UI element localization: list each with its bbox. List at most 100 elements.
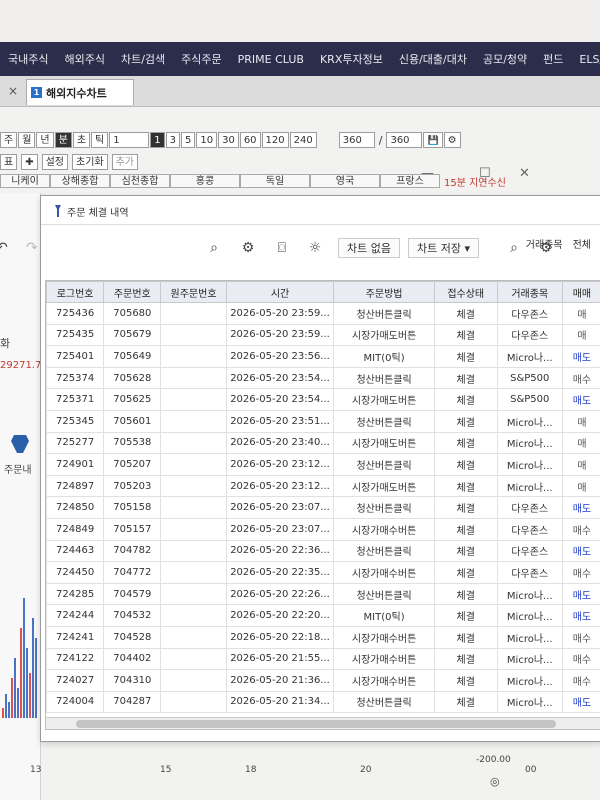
- save-chart-button[interactable]: 차트 저장 ▾: [408, 238, 479, 258]
- interval-button-6[interactable]: 240: [289, 132, 317, 148]
- table-row[interactable]: 724122 704402 2026-05-20 21:55... 시장가매수버튼 체결…: [46, 647, 600, 671]
- period-button-4[interactable]: 초: [72, 132, 91, 148]
- interval-button-3[interactable]: 30: [218, 132, 239, 148]
- table-cell: 청산버튼클릭: [333, 582, 435, 606]
- save-icon[interactable]: 💾: [423, 132, 443, 148]
- index-tab-1[interactable]: 상해종합: [50, 174, 110, 188]
- table-cell: 체결: [433, 496, 498, 519]
- table-cell: 724450: [46, 561, 105, 584]
- gear-icon-2[interactable]: ⚙: [535, 237, 557, 259]
- gear-icon[interactable]: ⚙: [237, 237, 259, 259]
- period-button-5[interactable]: 틱: [91, 132, 109, 148]
- table-row[interactable]: 724901 705207 2026-05-20 23:12... 청산버튼클릭 체결 M…: [46, 453, 600, 476]
- zoom-search-icon[interactable]: ⌕: [203, 237, 225, 259]
- reset-button[interactable]: 초기화: [72, 154, 108, 170]
- horizontal-scrollbar[interactable]: [46, 717, 600, 729]
- table-cell: 725436: [46, 302, 105, 325]
- period-value-select[interactable]: 1: [109, 132, 150, 148]
- menu-item-9[interactable]: ELS/: [571, 53, 600, 66]
- target-icon[interactable]: ◎: [490, 775, 500, 788]
- filter-value-select[interactable]: 전체: [573, 236, 591, 251]
- column-header-4[interactable]: 주문방법: [333, 281, 435, 303]
- period-button-1[interactable]: 월: [18, 132, 36, 148]
- table-cell: 2026-05-20 23:59...: [225, 302, 335, 325]
- close-tab-icon[interactable]: ×: [8, 84, 18, 98]
- close-window-icon[interactable]: ✕: [519, 166, 530, 181]
- column-header-7[interactable]: 매매: [561, 281, 600, 303]
- menu-item-7[interactable]: 공모/청약: [475, 51, 535, 67]
- menu-item-4[interactable]: PRIME CLUB: [230, 53, 312, 66]
- column-header-6[interactable]: 거래종목: [496, 281, 563, 303]
- settings-button[interactable]: 설정: [41, 154, 68, 170]
- menu-item-6[interactable]: 신용/대출/대차: [391, 51, 475, 67]
- table-row[interactable]: 724027 704310 2026-05-20 21:36... 시장가매수버튼 체결…: [46, 669, 600, 692]
- small-toggle-button[interactable]: 표: [0, 154, 18, 170]
- interval-button-5[interactable]: 120: [261, 132, 289, 148]
- table-row[interactable]: 724849 705157 2026-05-20 23:07... 시장가매수버튼 체결…: [46, 517, 600, 541]
- camera-icon[interactable]: ⌼: [271, 237, 293, 259]
- period-button-3[interactable]: 분: [54, 132, 72, 148]
- table-row[interactable]: 725371 705625 2026-05-20 23:54... 시장가매도버튼 체결…: [46, 388, 600, 411]
- table-row[interactable]: 725345 705601 2026-05-20 23:51... 청산버튼클릭 체결 M…: [46, 409, 600, 433]
- table-cell: 매수: [561, 647, 600, 671]
- table-row[interactable]: 724244 704532 2026-05-20 22:20... MIT(0틱) 체결…: [46, 604, 600, 627]
- index-tab-2[interactable]: 심천종합: [110, 174, 170, 188]
- table-cell: 시장가매수버튼: [333, 669, 435, 692]
- menu-item-3[interactable]: 주식주문: [173, 51, 229, 67]
- table-row[interactable]: 725277 705538 2026-05-20 23:40... 시장가매도버튼 체결…: [46, 431, 600, 455]
- index-tab-0[interactable]: 니케이: [0, 174, 50, 188]
- table-cell: 체결: [433, 582, 498, 606]
- column-header-2[interactable]: 원주문번호: [160, 281, 227, 303]
- table-row[interactable]: 725436 705680 2026-05-20 23:59... 청산버튼클릭 체결 다…: [46, 302, 600, 325]
- table-row[interactable]: 724450 704772 2026-05-20 22:35... 시장가매수버튼 체결…: [46, 561, 600, 584]
- index-tab-4[interactable]: 독일: [240, 174, 310, 188]
- column-header-5[interactable]: 접수상태: [433, 281, 498, 303]
- brightness-icon[interactable]: ☼: [304, 237, 326, 259]
- maximize-window-icon[interactable]: ☐: [479, 166, 491, 181]
- order-sidebar-icon[interactable]: [8, 433, 32, 456]
- index-tab-3[interactable]: 홍콩: [170, 174, 240, 188]
- menu-item-1[interactable]: 해외주식: [56, 51, 112, 67]
- menu-item-2[interactable]: 차트/검색: [113, 51, 173, 67]
- interval-button-0[interactable]: 3: [165, 132, 180, 148]
- interval-button-4[interactable]: 60: [239, 132, 261, 148]
- add-button[interactable]: 추가: [111, 154, 139, 170]
- no-chart-button[interactable]: 차트 없음: [338, 238, 400, 258]
- column-header-3[interactable]: 시간: [225, 281, 335, 303]
- menu-item-8[interactable]: 펀드: [535, 51, 571, 67]
- minimize-window-icon[interactable]: —: [421, 166, 434, 181]
- interval-button-active[interactable]: 1: [150, 132, 165, 148]
- table-row[interactable]: 724850 705158 2026-05-20 23:07... 청산버튼클릭 체결 다…: [46, 496, 600, 519]
- table-cell: 724244: [46, 604, 105, 627]
- column-header-1[interactable]: 주문번호: [103, 281, 162, 303]
- column-header-0[interactable]: 로그번호: [46, 281, 105, 303]
- interval-button-2[interactable]: 10: [196, 132, 218, 148]
- count-separator: /: [378, 133, 383, 147]
- period-button-0[interactable]: 주: [0, 132, 18, 148]
- interval-button-1[interactable]: 5: [180, 132, 196, 148]
- volume-bar: [29, 673, 31, 718]
- menu-item-5[interactable]: KRX투자정보: [312, 51, 391, 67]
- tab-overseas-index-chart[interactable]: 1 해외지수차트: [26, 79, 134, 105]
- period-button-2[interactable]: 년: [36, 132, 54, 148]
- index-tab-5[interactable]: 영국: [310, 174, 380, 188]
- table-cell: Micro나...: [496, 431, 563, 455]
- table-cell: 체결: [433, 474, 498, 498]
- table-row[interactable]: 724463 704782 2026-05-20 22:36... 청산버튼클릭 체결 다…: [46, 539, 600, 563]
- undo-icon[interactable]: ↶: [0, 240, 8, 256]
- table-row[interactable]: 724897 705203 2026-05-20 23:12... 시장가매도버튼 체결…: [46, 474, 600, 498]
- scrollbar-thumb[interactable]: [76, 720, 556, 728]
- table-row[interactable]: 724004 704287 2026-05-20 21:34... 청산버튼클릭 체결 M…: [46, 690, 600, 714]
- table-row[interactable]: 724285 704579 2026-05-20 22:26... 청산버튼클릭 체결 M…: [46, 582, 600, 606]
- crosshair-button[interactable]: ✚: [21, 154, 38, 170]
- settings-icon[interactable]: ⚙: [443, 132, 461, 148]
- table-row[interactable]: 725374 705628 2026-05-20 23:54... 청산버튼클릭 체결 S…: [46, 366, 600, 390]
- table-cell: 2026-05-20 23:54...: [225, 388, 335, 411]
- zoom-search-icon-2[interactable]: ⌕: [503, 237, 525, 259]
- table-row[interactable]: 725401 705649 2026-05-20 23:56... MIT(0틱) 체결…: [46, 345, 600, 368]
- table-row[interactable]: 725435 705679 2026-05-20 23:59... 시장가매도버튼 체결…: [46, 323, 600, 347]
- table-row[interactable]: 724241 704528 2026-05-20 22:18... 시장가매수버튼 체결…: [46, 625, 600, 649]
- menu-item-0[interactable]: 국내주식: [0, 51, 56, 67]
- count-input[interactable]: 360: [338, 132, 375, 148]
- redo-icon[interactable]: ↷: [26, 240, 38, 256]
